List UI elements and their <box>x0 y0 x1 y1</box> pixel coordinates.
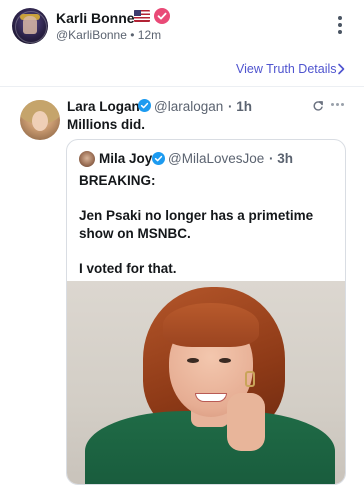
post-time: 12m <box>137 28 162 42</box>
divider <box>0 86 364 87</box>
author-avatar[interactable] <box>12 8 48 44</box>
x-logo-icon[interactable] <box>312 100 324 112</box>
author-name[interactable]: Karli Bonne' <box>56 10 138 26</box>
avatar-figure <box>23 16 37 34</box>
quoted-text-line: Jen Psaki no longer has a primetime <box>79 208 314 223</box>
quoted-post-photo[interactable] <box>67 281 345 484</box>
quoted-author-name[interactable]: Mila Joy <box>99 151 152 166</box>
quoted-text-line: BREAKING: <box>79 173 156 188</box>
embedded-author-name[interactable]: Lara Logan <box>67 99 140 114</box>
chevron-right-icon[interactable] <box>336 63 346 75</box>
embedded-author-handle[interactable]: @laralogan <box>154 99 223 114</box>
quoted-author-handle[interactable]: @MilaLovesJoe <box>168 151 264 166</box>
embedded-post-time: · 1h <box>228 99 253 114</box>
author-handle[interactable]: @KarliBonne <box>56 28 127 42</box>
quoted-text-line: I voted for that. <box>79 261 177 276</box>
view-truth-details-link[interactable]: View Truth Details <box>236 62 337 76</box>
verified-badge-icon <box>154 8 170 24</box>
embedded-author-avatar[interactable] <box>20 100 60 140</box>
author-handle-row: @KarliBonne • 12m <box>56 28 161 42</box>
quoted-text-line: show on MSNBC. <box>79 226 191 241</box>
quoted-author-avatar[interactable] <box>79 151 95 167</box>
us-flag-icon <box>134 10 150 22</box>
quoted-post-time: · 3h <box>269 151 294 166</box>
verified-check-icon <box>152 152 165 165</box>
verified-check-icon <box>138 99 151 112</box>
embedded-more-icon[interactable] <box>331 103 345 107</box>
quoted-post-card[interactable]: Mila Joy @MilaLovesJoe · 3h BREAKING: Je… <box>66 139 346 485</box>
separator-dot: • <box>130 28 135 42</box>
embedded-post-text: Millions did. <box>67 117 145 132</box>
more-options-icon[interactable] <box>334 16 346 36</box>
